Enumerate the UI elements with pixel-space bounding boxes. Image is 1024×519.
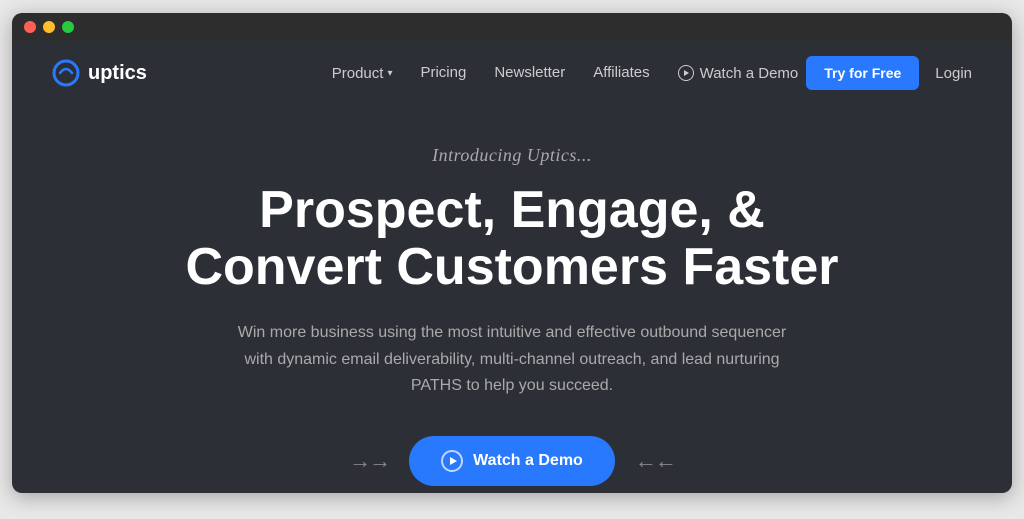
affiliates-link[interactable]: Affiliates	[593, 64, 649, 81]
play-triangle-btn-icon	[450, 457, 457, 465]
pricing-link[interactable]: Pricing	[420, 64, 466, 81]
hero-title: Prospect, Engage, & Convert Customers Fa…	[162, 182, 862, 296]
play-triangle-icon	[684, 70, 689, 76]
hero-subtitle: Win more business using the most intuiti…	[232, 320, 792, 399]
nav-item-pricing[interactable]: Pricing	[420, 64, 466, 82]
nav-item-watch-demo[interactable]: Watch a Demo	[678, 65, 799, 82]
play-circle-icon	[678, 65, 694, 81]
logo-icon	[52, 59, 80, 87]
chevron-down-icon: ▾	[387, 68, 392, 79]
arrow-right-icon: ←←	[635, 448, 675, 474]
nav-item-product[interactable]: Product ▾	[332, 65, 393, 82]
close-button[interactable]	[24, 21, 36, 33]
watch-demo-button[interactable]: Watch a Demo	[409, 436, 615, 486]
navbar: uptics Product ▾ Pricing Newsletter Affi…	[12, 41, 1012, 105]
login-link[interactable]: Login	[935, 65, 972, 82]
nav-item-newsletter[interactable]: Newsletter	[494, 64, 565, 82]
nav-item-affiliates[interactable]: Affiliates	[593, 64, 649, 82]
maximize-button[interactable]	[62, 21, 74, 33]
nav-links: Product ▾ Pricing Newsletter Affiliates …	[332, 64, 799, 82]
titlebar	[12, 13, 1012, 41]
logo-text: uptics	[88, 62, 147, 85]
introducing-text: Introducing Uptics...	[432, 145, 592, 166]
minimize-button[interactable]	[43, 21, 55, 33]
product-link[interactable]: Product ▾	[332, 65, 393, 82]
browser-window: uptics Product ▾ Pricing Newsletter Affi…	[12, 13, 1012, 493]
hero-section: Introducing Uptics... Prospect, Engage, …	[12, 105, 1012, 493]
logo-link[interactable]: uptics	[52, 59, 147, 87]
arrow-left-icon: →→	[349, 448, 389, 474]
watch-demo-nav-link[interactable]: Watch a Demo	[678, 65, 799, 82]
try-free-button[interactable]: Try for Free	[806, 56, 919, 90]
newsletter-link[interactable]: Newsletter	[494, 64, 565, 81]
play-circle-btn-icon	[441, 450, 463, 472]
cta-row: →→ Watch a Demo ←←	[349, 436, 675, 486]
